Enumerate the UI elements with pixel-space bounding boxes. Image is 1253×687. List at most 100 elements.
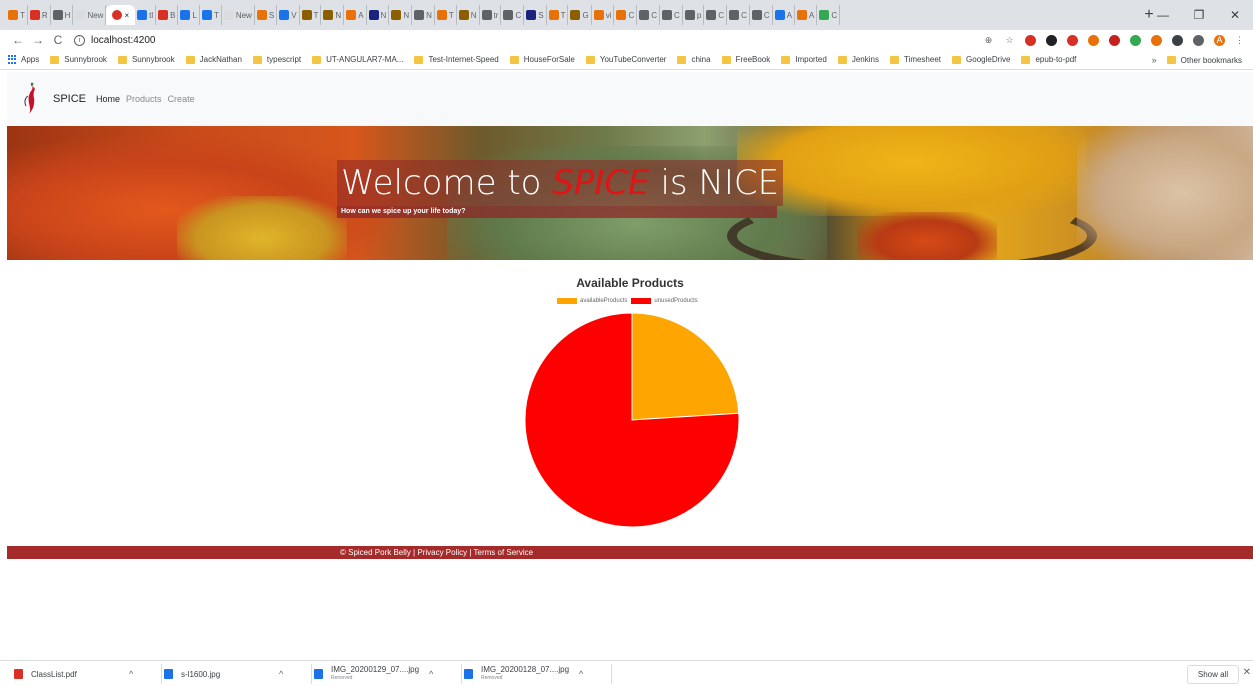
show-all-button[interactable]: Show all: [1187, 665, 1239, 684]
nav-home-link[interactable]: Home: [96, 94, 120, 104]
bookmarks-overflow-button[interactable]: »: [1152, 55, 1157, 65]
tab[interactable]: S: [255, 5, 278, 25]
bookmark-item[interactable]: GoogleDrive: [952, 55, 1010, 64]
minimize-button[interactable]: —: [1145, 0, 1181, 30]
tab[interactable]: C: [727, 5, 750, 25]
tab[interactable]: C: [704, 5, 728, 25]
tab[interactable]: C: [750, 5, 773, 25]
bookmark-item[interactable]: HouseForSale: [509, 55, 575, 64]
products-pie-chart[interactable]: [524, 312, 740, 528]
bookmark-item[interactable]: epub-to-pdf: [1021, 55, 1076, 64]
download-options-chevron-icon[interactable]: ^: [129, 669, 133, 679]
c-ext-icon[interactable]: [1151, 34, 1162, 46]
tab[interactable]: N: [412, 5, 435, 25]
tab[interactable]: tl: [135, 5, 157, 25]
orange-ext-icon[interactable]: [1088, 34, 1099, 46]
download-options-chevron-icon[interactable]: ^: [279, 669, 283, 679]
forward-button[interactable]: →: [28, 33, 48, 47]
bookmark-item[interactable]: Sunnybrook: [50, 55, 107, 64]
tab[interactable]: C: [637, 5, 661, 25]
download-item[interactable]: s-l1600.jpg ^: [162, 664, 312, 684]
green-ext-icon[interactable]: [1130, 34, 1141, 46]
tab[interactable]: C: [501, 5, 525, 25]
grey-ext-icon[interactable]: [1172, 34, 1183, 46]
tab[interactable]: L: [178, 5, 200, 25]
folder-icon: [889, 55, 899, 64]
bookmark-item[interactable]: FreeBook: [721, 55, 770, 64]
tab-close-icon[interactable]: ×: [124, 11, 129, 20]
tab[interactable]: C: [817, 5, 841, 25]
download-options-chevron-icon[interactable]: ^: [579, 669, 583, 679]
download-item[interactable]: IMG_20200128_07....jpg Removed ^: [462, 664, 612, 684]
tab[interactable]: p: [683, 5, 705, 25]
nav-products-link[interactable]: Products: [126, 94, 162, 104]
bookmark-item[interactable]: Imported: [781, 55, 827, 64]
restore-button[interactable]: ❐: [1181, 0, 1217, 30]
bookmark-item[interactable]: Test-Internet-Speed: [414, 55, 499, 64]
legend-item[interactable]: availableProducts: [557, 298, 627, 304]
tab[interactable]: A: [773, 5, 795, 25]
tab[interactable]: N: [457, 5, 480, 25]
tab[interactable]: New: [73, 5, 107, 25]
pocket-ext-icon[interactable]: [1067, 34, 1078, 46]
download-item[interactable]: IMG_20200129_07....jpg Removed ^: [312, 664, 462, 684]
bookmark-item[interactable]: JackNathan: [185, 55, 242, 64]
tab[interactable]: T: [6, 5, 28, 25]
pie-slice-availableProducts[interactable]: [631, 312, 740, 421]
tab-favicon-icon: [75, 10, 86, 20]
tab[interactable]: C: [660, 5, 683, 25]
tab[interactable]: H: [51, 5, 74, 25]
close-download-bar-button[interactable]: ✕: [1243, 667, 1251, 678]
download-filename: IMG_20200128_07....jpg: [481, 665, 570, 674]
tab[interactable]: R: [28, 5, 51, 25]
tab[interactable]: N: [367, 5, 390, 25]
tab[interactable]: T: [435, 5, 457, 25]
bookmark-star-icon[interactable]: ☆: [1004, 35, 1015, 46]
download-options-chevron-icon[interactable]: ^: [429, 669, 433, 679]
tab-active[interactable]: ×: [106, 5, 136, 25]
legend-item[interactable]: unusedProducts: [631, 298, 698, 304]
download-item[interactable]: ClassList.pdf ^: [12, 664, 162, 684]
close-window-button[interactable]: ✕: [1217, 0, 1253, 30]
red-ext-icon[interactable]: [1025, 34, 1036, 46]
zoom-icon[interactable]: ⊕: [983, 35, 994, 46]
tab[interactable]: T: [547, 5, 569, 25]
tab[interactable]: N: [321, 5, 345, 25]
tab-title: C: [718, 10, 725, 20]
red-ext-icon-2[interactable]: [1109, 34, 1120, 46]
bookmark-item[interactable]: UT-ANGULAR7-MA...: [312, 55, 403, 64]
nav-create-link[interactable]: Create: [168, 94, 195, 104]
bookmark-item[interactable]: YouTubeConverter: [585, 55, 666, 64]
dark-ext-icon[interactable]: [1046, 34, 1057, 46]
tab[interactable]: C: [614, 5, 638, 25]
tab[interactable]: G: [568, 5, 592, 25]
tab[interactable]: tr: [480, 5, 502, 25]
bookmark-item[interactable]: Timesheet: [889, 55, 941, 64]
info-icon[interactable]: i: [74, 34, 85, 46]
tab-list: T R H New × tl B L T New S V T N A N N N T Ntr C S T Gvi C C Cp C C C…: [6, 4, 1134, 26]
tab[interactable]: V: [277, 5, 300, 25]
tab[interactable]: T: [200, 5, 222, 25]
address-bar[interactable]: i localhost:4200: [74, 34, 983, 46]
tab[interactable]: A: [344, 5, 367, 25]
menu-icon[interactable]: ⋮: [1235, 35, 1244, 46]
bookmark-item[interactable]: china: [677, 55, 711, 64]
other-bookmarks[interactable]: Other bookmarks: [1166, 56, 1242, 65]
cast-ext-icon[interactable]: [1193, 34, 1204, 46]
tab[interactable]: S: [524, 5, 547, 25]
reload-button[interactable]: C: [48, 33, 68, 47]
bookmark-item[interactable]: typescript: [252, 55, 301, 64]
brand[interactable]: SPICE: [21, 82, 96, 116]
tab[interactable]: vi: [592, 5, 615, 25]
profile-avatar[interactable]: A: [1214, 34, 1225, 46]
tab[interactable]: New: [222, 5, 255, 25]
tab[interactable]: T: [300, 5, 322, 25]
tab[interactable]: B: [156, 5, 179, 25]
bookmark-item[interactable]: Sunnybrook: [117, 55, 175, 64]
bookmark-item[interactable]: Jenkins: [837, 55, 879, 64]
back-button[interactable]: ←: [8, 33, 28, 47]
bookmark-apps[interactable]: Apps: [8, 55, 39, 64]
tab[interactable]: A: [795, 5, 818, 25]
address-text[interactable]: localhost:4200: [91, 35, 156, 46]
tab[interactable]: N: [389, 5, 413, 25]
